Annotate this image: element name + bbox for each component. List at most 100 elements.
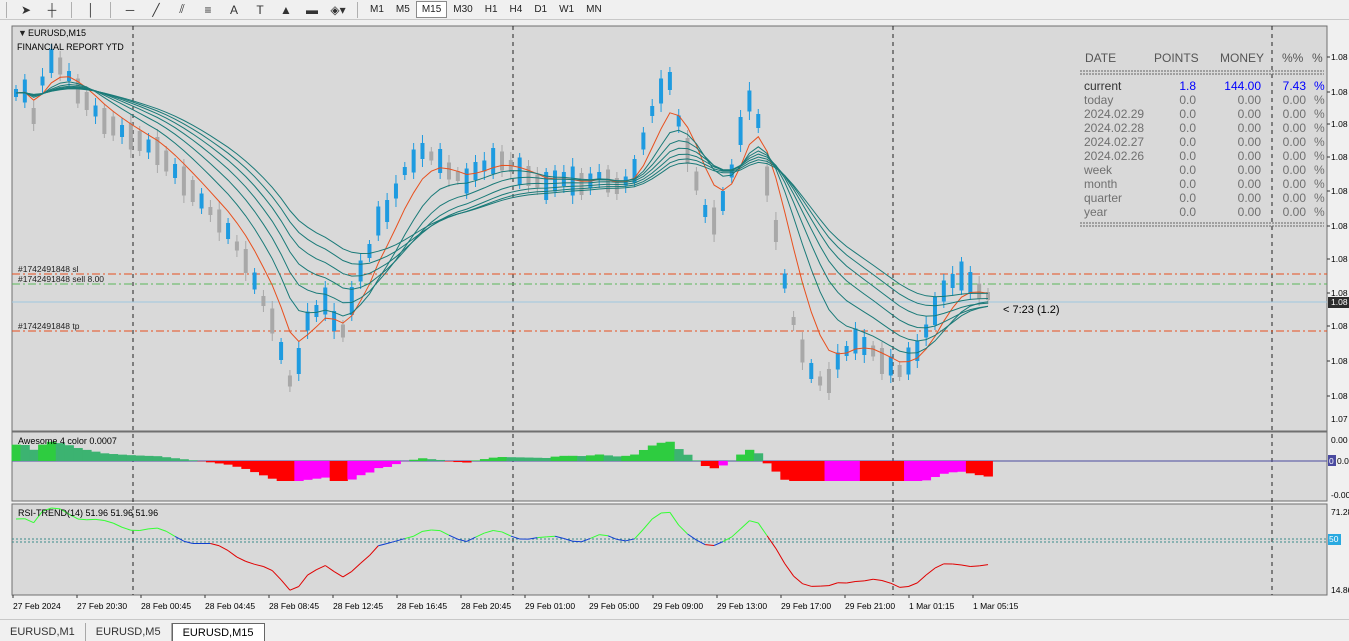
candle xyxy=(314,305,319,317)
timeframe-m30[interactable]: M30 xyxy=(447,1,478,18)
price-axis-label: 1.08 xyxy=(1331,391,1348,401)
report-title: FINANCIAL REPORT YTD xyxy=(17,42,124,52)
ao-bar xyxy=(771,461,781,472)
ao-bar xyxy=(621,455,631,461)
text-button[interactable]: A xyxy=(223,1,245,19)
tab-eurusd-m5[interactable]: EURUSD,M5 xyxy=(86,623,172,641)
current-price-tag: 1.08 xyxy=(1331,297,1348,307)
ao-bar xyxy=(709,461,719,469)
timeframe-w1[interactable]: W1 xyxy=(553,1,580,18)
report-row-label: 2024.02.26 xyxy=(1084,149,1144,163)
candle xyxy=(402,167,407,175)
ao-bar xyxy=(683,454,693,461)
report-row-pct: 0.00 xyxy=(1283,205,1307,219)
candle xyxy=(818,376,823,386)
ao-bar xyxy=(957,461,967,472)
chart-menu-icon[interactable]: ▼ xyxy=(18,28,27,38)
candle xyxy=(924,324,929,338)
candle xyxy=(720,191,725,211)
candle xyxy=(367,244,372,258)
report-row-symbol: % xyxy=(1314,79,1325,93)
candle xyxy=(270,308,275,334)
ao-bar xyxy=(170,458,180,461)
triangle-button[interactable]: ▲ xyxy=(275,1,297,19)
candle xyxy=(49,49,54,73)
ao-bar xyxy=(453,461,463,463)
channel-button[interactable]: ⫽ xyxy=(171,1,193,19)
fibonacci-button[interactable]: ≡ xyxy=(197,1,219,19)
report-row-pct: 0.00 xyxy=(1283,121,1307,135)
channel-icon: ⫽ xyxy=(179,2,185,16)
trendline-button[interactable]: ╱ xyxy=(145,1,167,19)
ao-bar xyxy=(214,461,225,464)
ao-bar xyxy=(912,461,923,481)
ao-bar xyxy=(435,459,446,461)
ao-bar xyxy=(126,455,136,461)
timeframe-h4[interactable]: H4 xyxy=(504,1,529,18)
timeframe-m5[interactable]: M5 xyxy=(390,1,416,18)
ao-bar xyxy=(815,461,826,481)
ao-bar xyxy=(736,454,746,461)
timeframe-m1[interactable]: M1 xyxy=(364,1,390,18)
candle xyxy=(888,356,893,376)
candle xyxy=(712,207,717,235)
ao-bar xyxy=(789,461,799,481)
ao-bar xyxy=(904,461,914,481)
candle xyxy=(694,171,699,191)
ao-bar xyxy=(559,455,569,461)
ao-bar xyxy=(568,455,578,461)
candle xyxy=(349,287,354,315)
bar-countdown: < 7:23 (1.2) xyxy=(1003,304,1060,316)
rsi-trend-panel[interactable] xyxy=(11,503,1328,596)
fibonacci-icon: ≡ xyxy=(204,2,212,17)
chart-area[interactable]: ▼ EURUSD,M15 FINANCIAL REPORT YTD #17424918… xyxy=(0,21,1349,617)
ao-bar xyxy=(833,461,843,481)
candle xyxy=(181,166,186,196)
timeframe-h1[interactable]: H1 xyxy=(479,1,504,18)
ao-bar xyxy=(497,457,507,461)
ao-bar xyxy=(82,449,92,461)
report-row-points: 0.0 xyxy=(1179,149,1196,163)
candle xyxy=(526,166,531,186)
chart-canvas[interactable]: ▼ EURUSD,M15 FINANCIAL REPORT YTD #17424918… xyxy=(0,21,1349,617)
candle xyxy=(252,272,257,290)
ao-bar xyxy=(762,461,773,464)
horizontal-line-button[interactable]: ─ xyxy=(119,1,141,19)
rectangle-button[interactable]: ▬ xyxy=(301,1,323,19)
crosshair-button[interactable]: ┼ xyxy=(41,1,63,19)
ao-bar xyxy=(259,461,269,476)
ao-bar xyxy=(895,461,905,481)
time-axis-label: 29 Feb 21:00 xyxy=(845,601,895,611)
tab-eurusd-m1[interactable]: EURUSD,M1 xyxy=(0,623,86,641)
ao-axis-label: -0.00 xyxy=(1331,490,1349,500)
cursor-button[interactable]: ➤ xyxy=(15,1,37,19)
ao-bar xyxy=(462,461,472,463)
candle xyxy=(137,131,142,151)
tab-eurusd-m15[interactable]: EURUSD,M15 xyxy=(171,623,265,641)
candle xyxy=(164,150,169,172)
ao-bar xyxy=(356,461,366,476)
text-label-button[interactable]: T xyxy=(249,1,271,19)
ao-bar xyxy=(117,454,127,461)
report-row-symbol: % xyxy=(1314,163,1325,177)
ao-bar xyxy=(842,461,852,481)
timeframe-d1[interactable]: D1 xyxy=(528,1,553,18)
ao-bar xyxy=(135,455,145,461)
rsi-label: RSI-TREND(14) 51.96 51.96 51.96 xyxy=(18,508,158,518)
ao-bar xyxy=(965,461,976,474)
candle xyxy=(261,296,266,306)
candle xyxy=(67,71,72,81)
more-tools-button[interactable]: ◈▾ xyxy=(327,1,349,19)
timeframe-m15[interactable]: M15 xyxy=(415,1,448,18)
candle xyxy=(791,317,796,325)
candle xyxy=(217,209,222,233)
ao-bar xyxy=(603,455,613,461)
timeframe-mn[interactable]: MN xyxy=(580,1,608,18)
report-row-money: 0.00 xyxy=(1238,121,1262,135)
ao-bar xyxy=(64,445,74,461)
rsi-segment xyxy=(970,565,980,567)
price-axis-label: 1.08 xyxy=(1331,87,1348,97)
vertical-line-button[interactable]: │ xyxy=(80,1,102,19)
ao-axis-label: 0.00 xyxy=(1337,456,1349,466)
ao-bar xyxy=(250,461,260,473)
